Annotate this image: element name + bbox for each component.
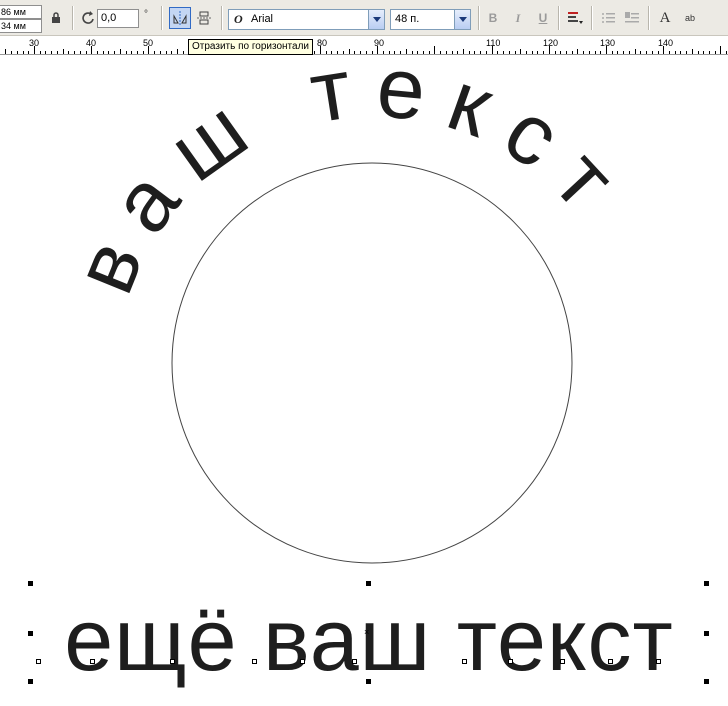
selection-handle[interactable] (28, 679, 33, 684)
selection-handle[interactable] (366, 581, 371, 586)
drawing-canvas[interactable]: ваш текст ещё ваш текст × (0, 39, 728, 706)
selection-handle[interactable] (704, 581, 709, 586)
char-node[interactable] (36, 659, 41, 664)
selection-handle[interactable] (366, 679, 371, 684)
center-mark-icon[interactable]: × (364, 627, 369, 637)
selection-handle[interactable] (28, 581, 33, 586)
char-node[interactable] (352, 659, 357, 664)
char-node[interactable] (90, 659, 95, 664)
char-node[interactable] (508, 659, 513, 664)
selection-handle[interactable] (28, 631, 33, 636)
bottom-text[interactable]: ещё ваш текст (30, 590, 708, 690)
char-node[interactable] (252, 659, 257, 664)
selection-handle[interactable] (704, 679, 709, 684)
char-node[interactable] (300, 659, 305, 664)
circle-shape[interactable] (171, 162, 573, 564)
char-node[interactable] (608, 659, 613, 664)
char-node[interactable] (462, 659, 467, 664)
char-node[interactable] (170, 659, 175, 664)
char-node[interactable] (560, 659, 565, 664)
tooltip: Отразить по горизонтали (188, 39, 314, 55)
selection-handle[interactable] (704, 631, 709, 636)
char-node[interactable] (656, 659, 661, 664)
